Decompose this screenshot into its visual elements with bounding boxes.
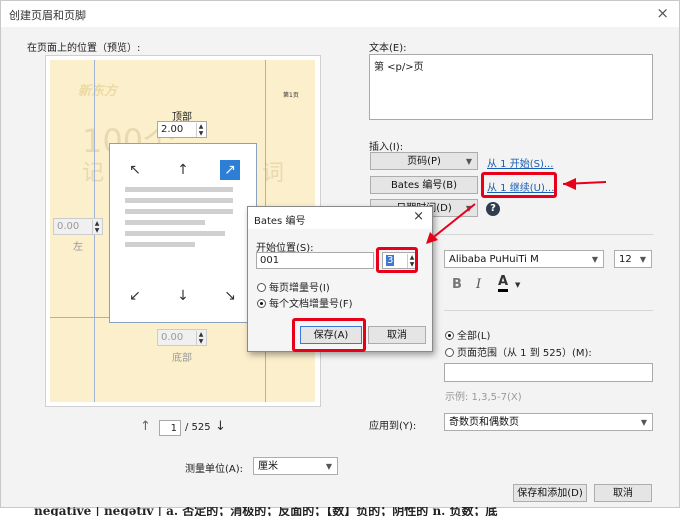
bottom-right-arrow-icon[interactable]: ↘ xyxy=(220,286,240,306)
unit-value: 厘米 xyxy=(258,461,278,472)
text-line xyxy=(125,220,205,225)
chevron-down-icon[interactable]: ▼ xyxy=(515,281,520,289)
chevron-down-icon: ▼ xyxy=(640,418,647,427)
arrow-head-icon xyxy=(563,178,576,190)
page-range-radio[interactable]: 页面范围（从 1 到 525）(M): xyxy=(445,344,592,359)
divider xyxy=(444,310,653,311)
text-line xyxy=(125,231,225,236)
prev-page-arrow-icon[interactable]: ↑ xyxy=(140,419,151,434)
bottom-center-arrow-icon[interactable]: ↓ xyxy=(173,286,193,306)
font-size-value: 12 xyxy=(619,254,632,265)
background-page-text: negative | neɡətɪv | a. 否定的；消极的；反面的；【数】负… xyxy=(34,507,498,516)
bottom-margin-input[interactable]: 0.00 ▲ ▼ xyxy=(157,329,207,346)
all-pages-radio[interactable]: 全部(L) xyxy=(445,327,490,342)
start-position-input[interactable]: 001 xyxy=(256,252,374,269)
left-margin-spinner-icon[interactable]: ▲ ▼ xyxy=(92,220,101,234)
per-document-label: 每个文档增量号(F) xyxy=(269,299,353,310)
top-right-arrow-icon[interactable]: ↗ xyxy=(220,160,240,180)
text-line xyxy=(125,198,233,203)
top-center-arrow-icon[interactable]: ↑ xyxy=(173,160,193,180)
radio-empty-icon xyxy=(257,283,266,292)
preview-section-label: 在页面上的位置（预览）: xyxy=(27,43,141,54)
header-text-area[interactable]: 第 <p/>页 xyxy=(369,54,653,120)
insert-label: 插入(I): xyxy=(369,142,404,153)
apply-to-label: 应用到(Y): xyxy=(369,421,417,432)
page-code-label: 页码(P) xyxy=(407,156,441,167)
bottom-margin-label: 底部 xyxy=(172,353,192,364)
bottom-left-arrow-icon[interactable]: ↙ xyxy=(125,286,145,306)
bottom-margin-value: 0.00 xyxy=(161,332,184,343)
apply-to-select[interactable]: 奇数页和偶数页 ▼ xyxy=(444,413,653,431)
left-margin-value: 0.00 xyxy=(57,221,80,232)
next-page-arrow-icon[interactable]: ↓ xyxy=(215,419,226,434)
unit-select[interactable]: 厘米 ▼ xyxy=(253,457,338,475)
left-margin-label: 左 xyxy=(73,242,83,253)
dialog-title: 创建页眉和页脚 xyxy=(9,9,86,22)
page-number-input[interactable]: 1 xyxy=(159,420,181,436)
save-and-add-button[interactable]: 保存和添加(D) xyxy=(513,484,587,502)
chevron-down-icon: ▼ xyxy=(591,255,598,264)
per-page-radio[interactable]: 每页增量号(I) xyxy=(257,279,330,294)
page-code-button[interactable]: 页码(P) ▼ xyxy=(370,152,478,170)
thumb-sub-text: 记 xyxy=(82,161,105,186)
text-line xyxy=(125,209,233,214)
page-range-input[interactable] xyxy=(444,363,653,382)
top-margin-spinner-icon[interactable]: ▲ ▼ xyxy=(196,123,205,137)
top-margin-value: 2.00 xyxy=(161,124,184,135)
bold-button[interactable]: B xyxy=(452,277,462,292)
close-icon[interactable]: × xyxy=(656,4,669,22)
text-line xyxy=(125,187,233,192)
modal-cancel-button[interactable]: 取消 xyxy=(368,326,426,344)
unit-label: 测量单位(A): xyxy=(185,464,244,475)
font-family-value: Alibaba PuHuiTi M xyxy=(449,254,539,265)
cancel-button[interactable]: 取消 xyxy=(594,484,652,502)
annotation-arrows xyxy=(426,178,607,244)
radio-selected-icon xyxy=(445,331,454,340)
radio-selected-icon xyxy=(257,299,266,308)
per-page-label: 每页增量号(I) xyxy=(269,283,330,294)
text-label: 文本(E): xyxy=(369,43,407,54)
chevron-down-icon: ▼ xyxy=(325,462,332,471)
font-size-select[interactable]: 12 ▼ xyxy=(614,250,652,268)
chevron-down-icon: ▼ xyxy=(639,255,646,264)
arrow-line xyxy=(429,203,476,241)
chevron-down-icon: ▼ xyxy=(465,157,472,166)
radio-empty-icon xyxy=(445,348,454,357)
modal-title: Bates 编号 xyxy=(254,216,306,227)
page-range-label: 页面范围（从 1 到 525）(M): xyxy=(457,348,592,359)
thumb-page-number: 第1页 xyxy=(283,92,299,99)
font-color-button[interactable]: A xyxy=(498,275,509,292)
page-total: / 525 xyxy=(185,422,211,433)
top-margin-input[interactable]: 2.00 ▲ ▼ xyxy=(157,121,207,138)
apply-to-value: 奇数页和偶数页 xyxy=(449,417,519,428)
all-pages-label: 全部(L) xyxy=(457,331,491,342)
italic-button[interactable]: I xyxy=(476,277,481,292)
thumb-logo: 新东方 xyxy=(78,84,118,99)
font-family-select[interactable]: Alibaba PuHuiTi M ▼ xyxy=(444,250,604,268)
page-start-link[interactable]: 从 1 开始(S)... xyxy=(487,155,553,170)
range-example: 示例: 1,3,5-7(X) xyxy=(445,392,522,403)
highlight-digits-input xyxy=(376,247,418,273)
dialog-titlebar: 创建页眉和页脚 × xyxy=(1,1,679,27)
left-margin-input[interactable]: 0.00 ▲ ▼ xyxy=(53,218,103,235)
top-left-arrow-icon[interactable]: ↖ xyxy=(125,160,145,180)
per-document-radio[interactable]: 每个文档增量号(F) xyxy=(257,295,353,310)
highlight-save-button xyxy=(292,318,366,352)
text-line xyxy=(125,242,195,247)
bottom-margin-spinner-icon[interactable]: ▲ ▼ xyxy=(196,331,205,345)
